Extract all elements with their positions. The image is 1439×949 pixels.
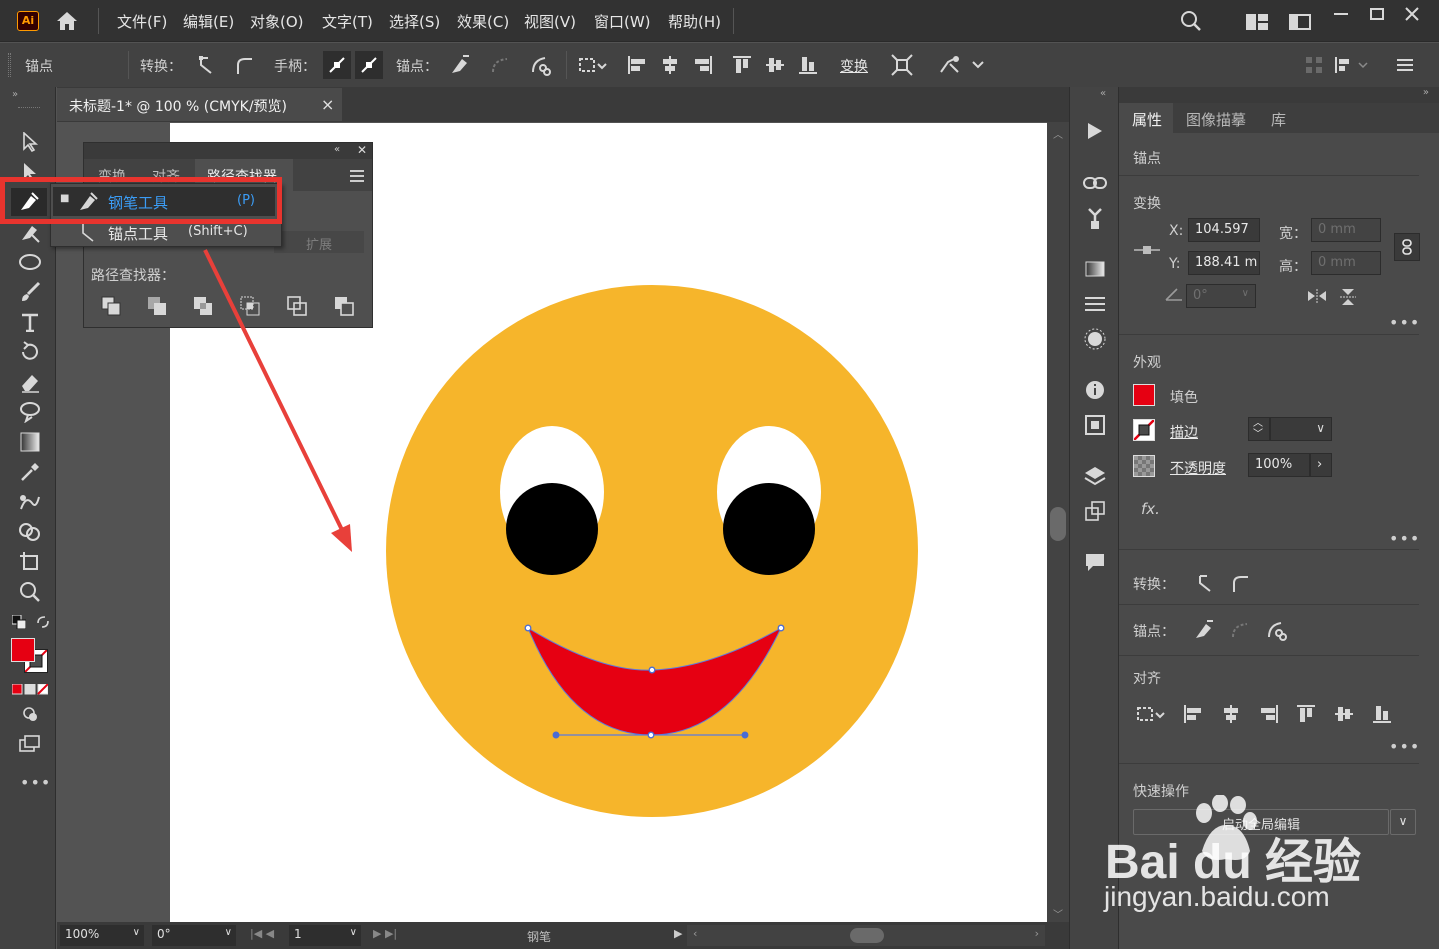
stroke-weight-stepper[interactable]: ︿ ﹀ bbox=[1248, 417, 1270, 441]
stroke-color-swatch[interactable] bbox=[1133, 419, 1155, 441]
stroke-weight-input[interactable]: ∨ bbox=[1270, 417, 1332, 441]
panel-align-vcenter-icon[interactable] bbox=[1331, 701, 1357, 727]
panel-remove-anchor-icon[interactable] bbox=[1191, 617, 1217, 643]
panel-align-right-icon[interactable] bbox=[1256, 701, 1282, 727]
panel-align-top-icon[interactable] bbox=[1293, 701, 1319, 727]
x-label: X: bbox=[1169, 223, 1184, 239]
page-field[interactable]: 1 ∨ bbox=[289, 925, 361, 946]
rotate-field[interactable]: 0° ∨ bbox=[152, 925, 236, 946]
anchor-label-panel: 锚点： bbox=[1133, 624, 1175, 640]
last-page-icon[interactable]: ▶ ▶| bbox=[373, 927, 397, 940]
panel-align-left-icon[interactable] bbox=[1180, 701, 1206, 727]
opacity-label[interactable]: 不透明度 bbox=[1170, 458, 1226, 478]
opacity-arrow-button[interactable]: › bbox=[1310, 453, 1332, 477]
quick-actions-title: 快速操作 bbox=[1133, 784, 1189, 800]
info-icon[interactable] bbox=[1082, 378, 1108, 402]
constrain-proportions-icon[interactable] bbox=[1394, 233, 1420, 261]
stroke-label[interactable]: 描边 bbox=[1170, 422, 1198, 442]
global-edit-dropdown[interactable]: ∨ bbox=[1390, 809, 1416, 835]
horizontal-scrollbar[interactable]: ‹ › bbox=[687, 925, 1045, 946]
tab-libraries[interactable]: 库 bbox=[1271, 109, 1286, 130]
align-more-icon[interactable]: ••• bbox=[1389, 737, 1420, 756]
layers-icon[interactable] bbox=[1082, 464, 1108, 488]
y-label: Y: bbox=[1169, 256, 1181, 272]
status-bar: 100% ∨ 0° ∨ |◀ ◀ 1 ∨ ▶ ▶| 钢笔 ▶ ‹ › bbox=[57, 922, 1069, 949]
selection-label: 锚点 bbox=[1133, 151, 1161, 167]
properties-panel: » 属性 图像描摹 库 锚点 变换 X: 104.597 Y: 188.41 m… bbox=[1119, 87, 1439, 949]
flip-vertical-icon[interactable] bbox=[1340, 288, 1356, 310]
height-input: 0 mm bbox=[1311, 251, 1381, 275]
stroke-panel-icon[interactable] bbox=[1082, 292, 1108, 316]
fill-label: 填色 bbox=[1170, 390, 1198, 406]
status-menu-icon[interactable]: ▶ bbox=[674, 927, 682, 940]
angle-input: 0° ∨ bbox=[1186, 284, 1256, 308]
puppet-icon[interactable] bbox=[1082, 205, 1108, 231]
fill-color-swatch[interactable] bbox=[1133, 384, 1155, 406]
tab-properties[interactable]: 属性 bbox=[1119, 103, 1173, 133]
panel-convert-corner-icon[interactable] bbox=[1193, 571, 1219, 595]
first-page-icon[interactable]: |◀ ◀ bbox=[250, 927, 274, 940]
align-title: 对齐 bbox=[1133, 671, 1161, 687]
reference-point-icon[interactable] bbox=[1133, 243, 1161, 259]
panel-align-hcenter-icon[interactable] bbox=[1218, 701, 1244, 727]
comments-icon[interactable] bbox=[1082, 550, 1108, 574]
panel-connect-anchors-icon bbox=[1227, 617, 1253, 643]
width-label: 宽： bbox=[1279, 226, 1307, 242]
x-input[interactable]: 104.597 bbox=[1188, 218, 1260, 242]
collapsed-panels-strip: « bbox=[1069, 87, 1119, 949]
transform-more-icon[interactable]: ••• bbox=[1389, 313, 1420, 332]
width-input: 0 mm bbox=[1311, 218, 1381, 242]
opacity-input[interactable]: 100% bbox=[1248, 453, 1310, 477]
tab-image-trace[interactable]: 图像描摹 bbox=[1186, 109, 1246, 130]
zoom-field[interactable]: 100% ∨ bbox=[60, 925, 144, 946]
transform-title: 变换 bbox=[1133, 196, 1161, 212]
y-input[interactable]: 188.41 m bbox=[1188, 251, 1260, 275]
symbols-panel-icon[interactable] bbox=[1082, 327, 1108, 351]
current-tool-status: 钢笔 bbox=[527, 930, 552, 944]
gradient-panel-icon[interactable] bbox=[1082, 257, 1108, 281]
link-icon[interactable] bbox=[1082, 171, 1108, 195]
panel-cut-path-icon[interactable] bbox=[1263, 617, 1289, 643]
height-label: 高： bbox=[1279, 259, 1307, 275]
panel-align-bottom-icon[interactable] bbox=[1369, 701, 1395, 727]
fx-button[interactable]: fx. bbox=[1141, 500, 1160, 518]
convert-label-panel: 转换： bbox=[1133, 577, 1175, 593]
watermark-url: jingyan.baidu.com bbox=[1104, 881, 1330, 912]
hscroll-thumb[interactable] bbox=[850, 928, 884, 943]
flip-horizontal-icon[interactable] bbox=[1307, 289, 1327, 307]
appearance-title: 外观 bbox=[1133, 355, 1161, 371]
appearance-more-icon[interactable]: ••• bbox=[1389, 529, 1420, 548]
opacity-icon bbox=[1133, 455, 1155, 477]
play-icon[interactable] bbox=[1082, 119, 1108, 143]
artboards-panel-icon[interactable] bbox=[1082, 499, 1108, 523]
angle-icon bbox=[1165, 287, 1183, 305]
transform-panel-icon[interactable] bbox=[1082, 413, 1108, 437]
panel-convert-smooth-icon[interactable] bbox=[1227, 571, 1253, 595]
panel-align-to-icon[interactable] bbox=[1133, 701, 1169, 727]
